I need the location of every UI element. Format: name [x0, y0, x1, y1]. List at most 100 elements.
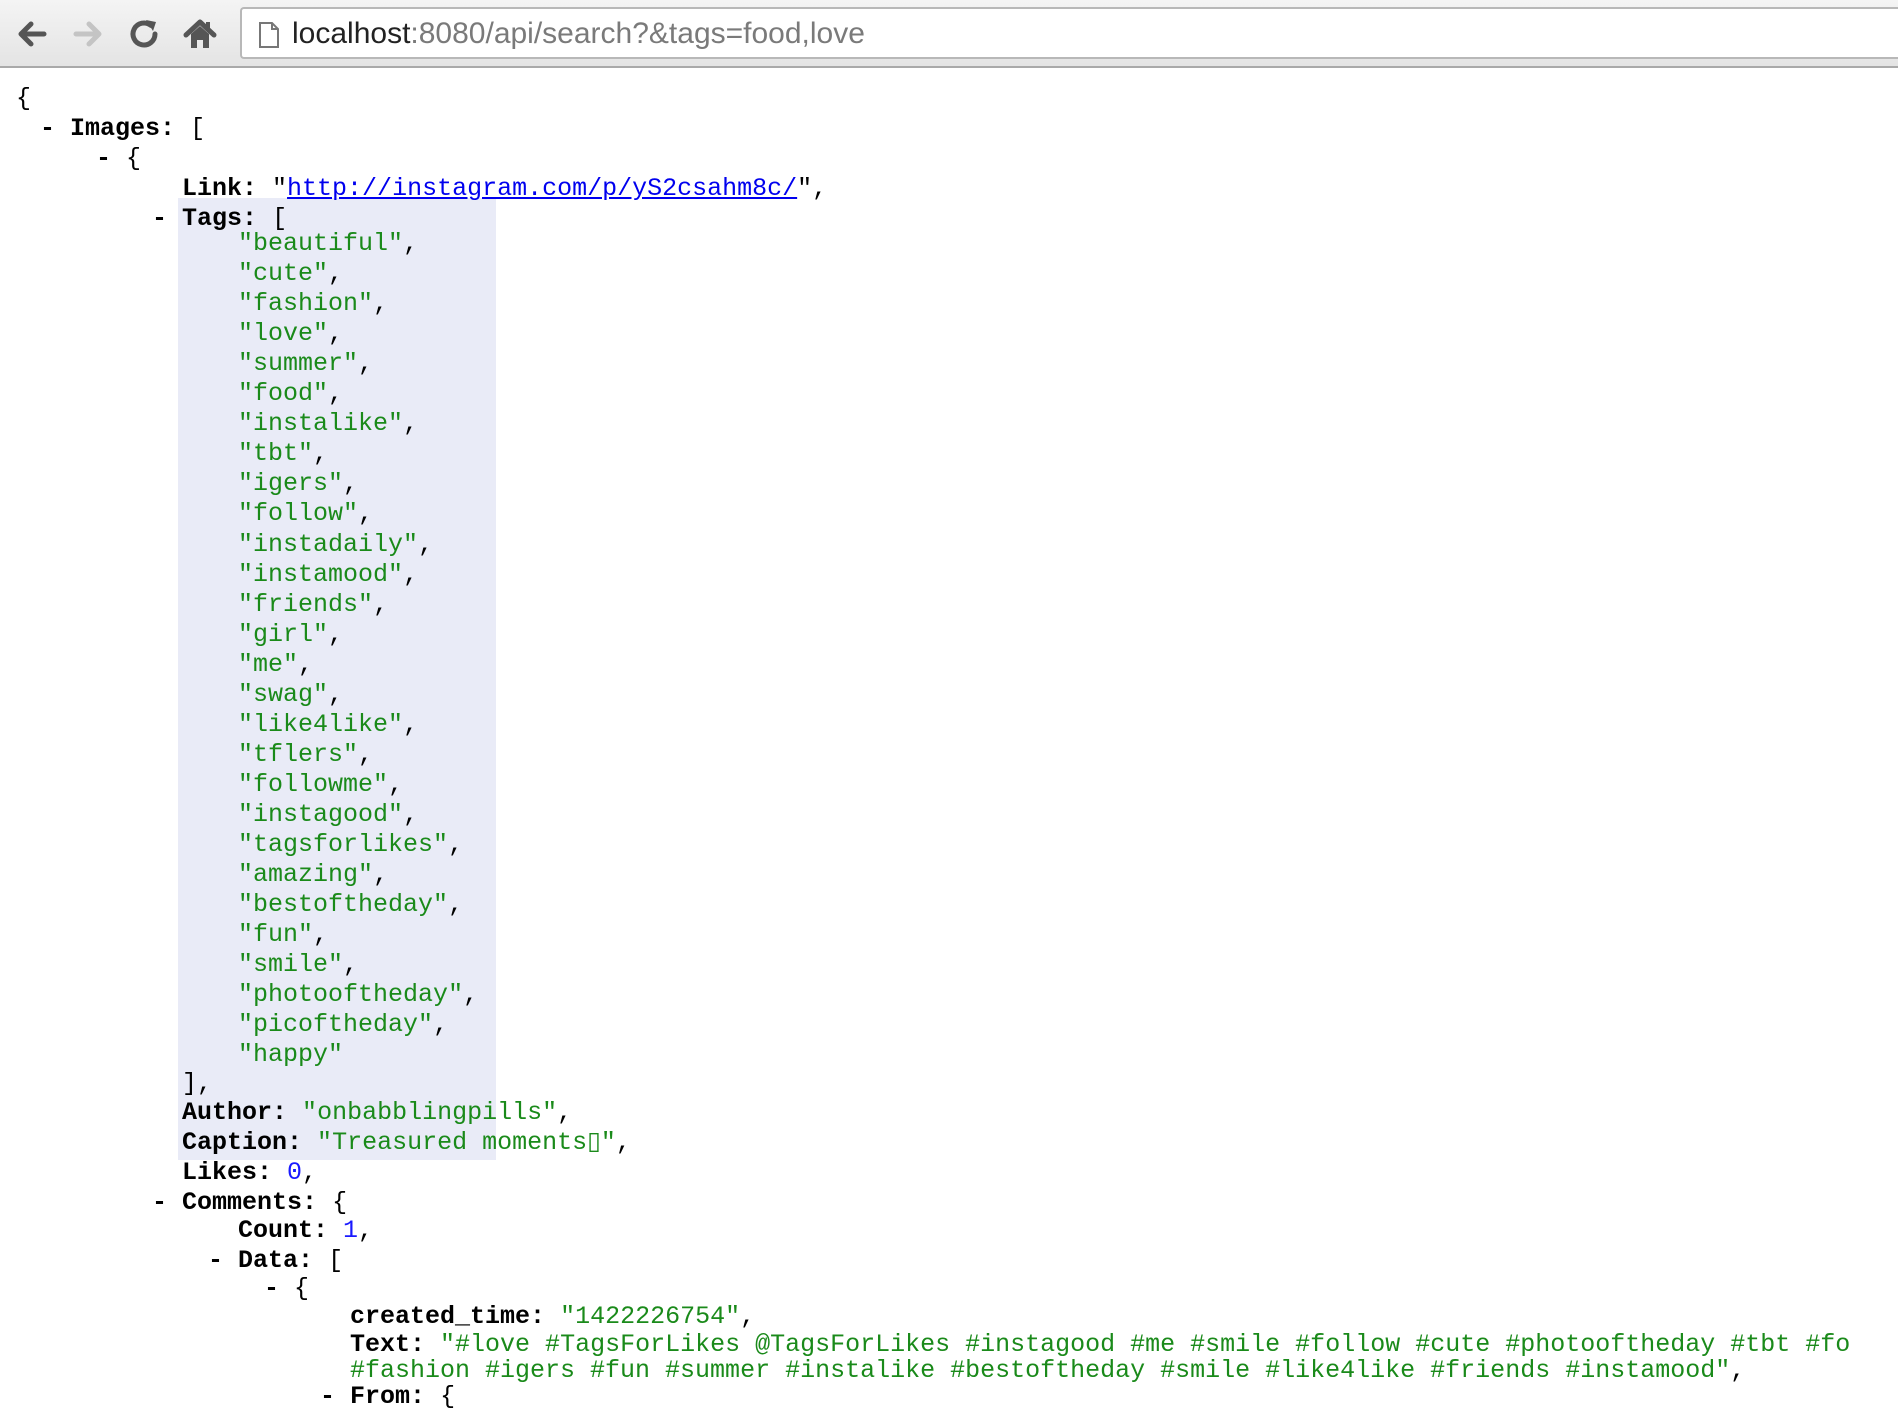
json-viewer: { - Images: [ - { Link: "http://instagra… [0, 68, 1898, 1410]
tag-item: "swag", [238, 680, 344, 709]
tag-item: "beautiful", [238, 229, 419, 258]
tag-value: like4like [253, 710, 389, 739]
images-line: - Images: [ [40, 114, 206, 143]
tag-value: picoftheday [253, 1010, 419, 1039]
tag-value: cute [253, 259, 314, 288]
tag-value: photooftheday [253, 980, 449, 1009]
tag-value: girl [253, 620, 314, 649]
comments-line: - Comments: { [152, 1188, 348, 1217]
tags-close-line: ], [182, 1069, 213, 1098]
reload-icon[interactable] [124, 14, 164, 54]
tag-item: "amazing", [238, 860, 389, 889]
tag-value: instamood [253, 560, 389, 589]
tag-item: "smile", [238, 950, 359, 979]
tag-item: "like4like", [238, 710, 419, 739]
tag-item: "bestoftheday", [238, 890, 464, 919]
tag-item: "tflers", [238, 740, 374, 769]
tag-item: "follow", [238, 499, 374, 528]
tag-value: tbt [253, 439, 299, 468]
tag-item: "instamood", [238, 560, 419, 589]
collapse-toggle-image-item[interactable]: - [96, 144, 111, 173]
instagram-link[interactable]: http://instagram.com/p/yS2csahm8c/ [287, 174, 797, 203]
address-bar[interactable]: localhost:8080/api/search?&tags=food,lov… [240, 7, 1898, 59]
tag-item: "happy" [238, 1040, 344, 1069]
tag-value: followme [253, 770, 374, 799]
text-key: Text: [350, 1330, 426, 1359]
tag-value: food [253, 379, 314, 408]
text-line-2: #fashion #igers #fun #summer #instalike … [350, 1356, 1746, 1385]
images-key: Images: [70, 114, 176, 143]
link-line: Link: "http://instagram.com/p/yS2csahm8c… [182, 174, 828, 203]
browser-toolbar: localhost:8080/api/search?&tags=food,lov… [0, 0, 1898, 68]
collapse-toggle-comments[interactable]: - [152, 1188, 167, 1217]
tag-value: swag [253, 680, 314, 709]
tag-item: "fashion", [238, 289, 389, 318]
tag-item: "love", [238, 319, 344, 348]
back-arrow-icon[interactable] [12, 14, 52, 54]
tag-value: tagsforlikes [253, 830, 434, 859]
tag-value: fashion [253, 289, 359, 318]
forward-arrow-icon[interactable] [68, 14, 108, 54]
collapse-toggle-data[interactable]: - [208, 1246, 223, 1275]
tag-value: tflers [253, 740, 344, 769]
tag-item: "me", [238, 650, 314, 679]
author-line: Author: "onbabblingpills", [182, 1098, 573, 1127]
data-key: Data: [238, 1246, 314, 1275]
likes-value: 0 [287, 1158, 303, 1187]
tag-value: igers [253, 469, 329, 498]
tag-value: follow [253, 499, 344, 528]
tag-item: "summer", [238, 349, 374, 378]
collapse-toggle-comment-item[interactable]: - [264, 1274, 279, 1303]
tag-value: fun [253, 920, 299, 949]
tag-item: "girl", [238, 620, 344, 649]
tag-value: instalike [253, 409, 389, 438]
image-item-line: - { [96, 144, 142, 173]
tag-value: happy [253, 1040, 329, 1069]
caption-key: Caption: [182, 1128, 303, 1157]
author-value: onbabblingpills [317, 1098, 543, 1127]
text-value-part1: #love #TagsForLikes @TagsForLikes #insta… [455, 1330, 1851, 1359]
count-key: Count: [238, 1216, 329, 1245]
comment-item-line: - { [264, 1274, 310, 1303]
tag-item: "photooftheday", [238, 980, 479, 1009]
from-key: From: [350, 1382, 426, 1410]
tag-item: "friends", [238, 590, 389, 619]
author-key: Author: [182, 1098, 288, 1127]
collapse-toggle-from[interactable]: - [320, 1382, 335, 1410]
tag-value: friends [253, 590, 359, 619]
caption-value: Treasured moments▯ [332, 1128, 601, 1157]
tag-value: amazing [253, 860, 359, 889]
tag-item: "instagood", [238, 800, 419, 829]
comments-key: Comments: [182, 1188, 318, 1217]
tag-value: love [253, 319, 314, 348]
created-time-key: created_time: [350, 1302, 546, 1331]
tag-item: "followme", [238, 770, 404, 799]
from-line: - From: { [320, 1382, 456, 1410]
count-line: Count: 1, [238, 1216, 374, 1245]
created-time-line: created_time: "1422226754", [350, 1302, 756, 1331]
tag-value: smile [253, 950, 329, 979]
tag-item: "cute", [238, 259, 344, 288]
tag-item: "food", [238, 379, 344, 408]
url-host: localhost [292, 17, 411, 50]
tag-value: beautiful [253, 229, 389, 258]
root-open-brace: { [16, 84, 32, 113]
created-time-value: 1422226754 [575, 1302, 726, 1331]
collapse-toggle-images[interactable]: - [40, 114, 55, 143]
url-text[interactable]: localhost:8080/api/search?&tags=food,lov… [292, 18, 865, 50]
collapse-toggle-tags[interactable]: - [152, 204, 167, 233]
tag-item: "tbt", [238, 439, 329, 468]
tag-item: "fun", [238, 920, 329, 949]
tag-item: "picoftheday", [238, 1010, 449, 1039]
link-key: Link: [182, 174, 258, 203]
count-value: 1 [343, 1216, 359, 1245]
home-icon[interactable] [180, 14, 220, 54]
caption-line: Caption: "Treasured moments▯", [182, 1128, 631, 1157]
likes-line: Likes: 0, [182, 1158, 318, 1187]
tag-item: "igers", [238, 469, 359, 498]
likes-key: Likes: [182, 1158, 273, 1187]
tag-value: me [253, 650, 284, 679]
tag-value: instagood [253, 800, 389, 829]
page-icon [258, 21, 280, 54]
tag-value: summer [253, 349, 344, 378]
